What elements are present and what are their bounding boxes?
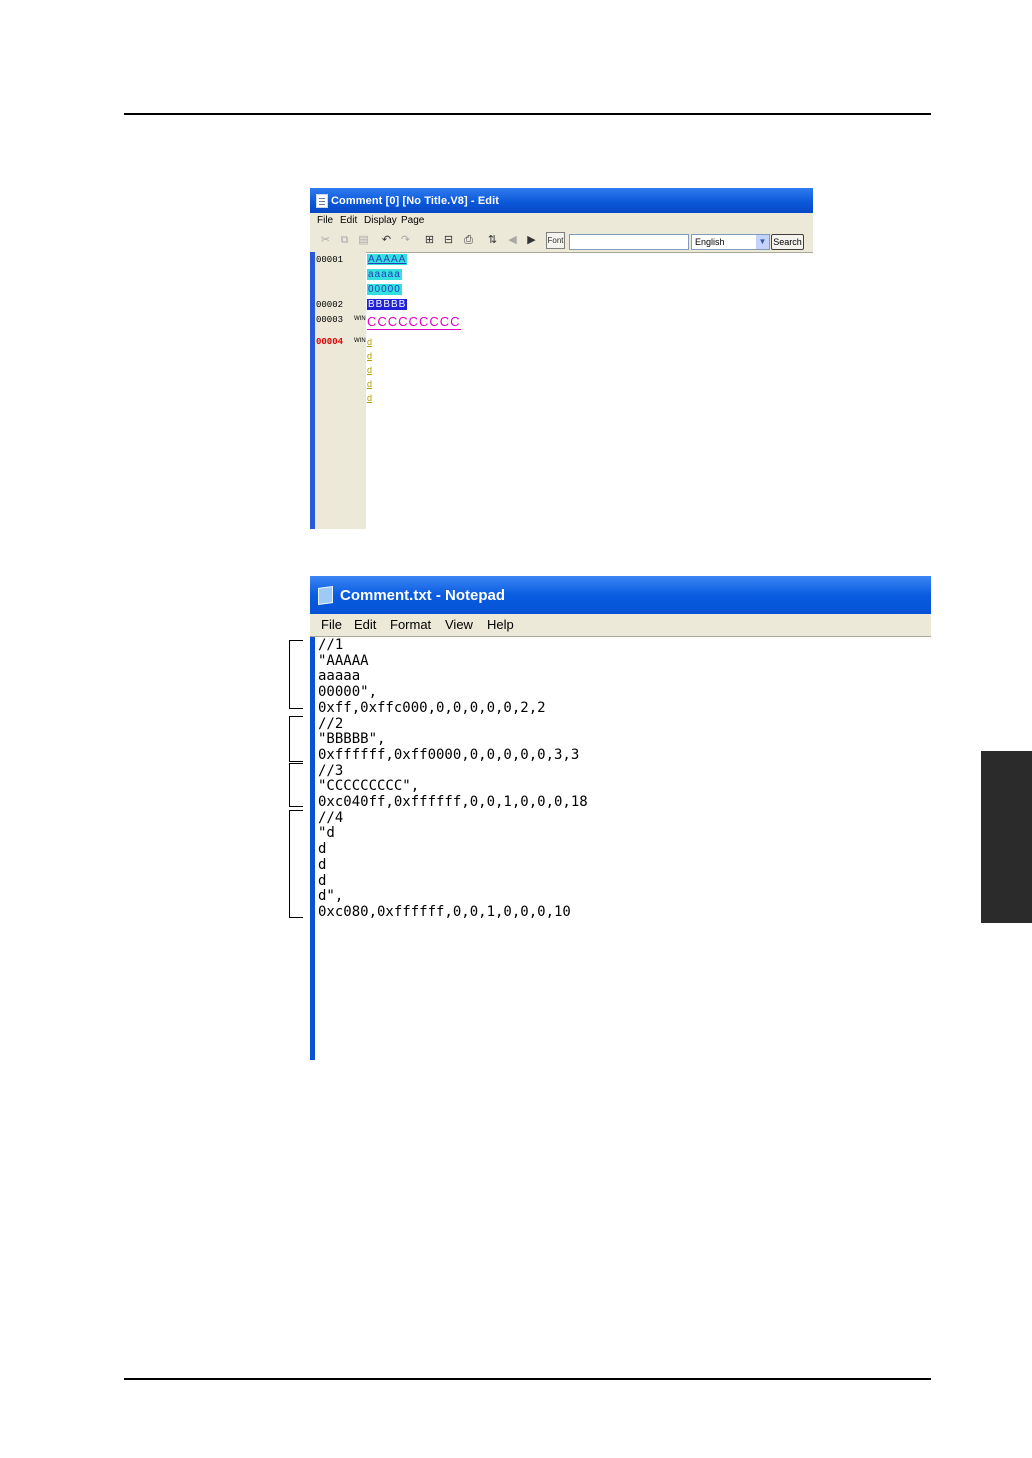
language-select[interactable]: English ▼ (691, 234, 770, 250)
font-button[interactable]: Font (546, 232, 565, 249)
record-bracket-1 (289, 640, 303, 709)
editor-toolbar: ✂ ⧉ ▤ ↶ ↷ ⊞ ⊟ ⎙ ⇅ ◀ ▶ Font English ▼ Sea… (310, 230, 813, 253)
print-icon[interactable]: ⎙ (460, 232, 477, 249)
comment-editor-window: Comment [0] [No Title.V8] - Edit File Ed… (310, 188, 813, 529)
notepad-title: Comment.txt - Notepad (340, 587, 505, 604)
text-line: 0xff,0xffc000,0,0,0,0,0,2,2 (318, 699, 546, 716)
editor-body[interactable]: 00001 00002 00003 00004 WIN WIN AAAAA aa… (310, 252, 813, 529)
comment-cell-1[interactable]: 00000 (367, 284, 402, 295)
menu-page[interactable]: Page (401, 215, 424, 226)
editor-title: Comment [0] [No Title.V8] - Edit (331, 195, 500, 207)
arrow-left-icon[interactable]: ◀ (504, 232, 521, 249)
menu-help[interactable]: Help (487, 617, 514, 632)
editor-title-bar[interactable]: Comment [0] [No Title.V8] - Edit (310, 188, 813, 213)
text-line: d (318, 856, 327, 873)
notepad-icon (318, 585, 333, 606)
notepad-menu-bar: File Edit Format View Help (310, 614, 931, 637)
jump-icon[interactable]: ⇅ (484, 232, 501, 249)
text-line: 0xc040ff,0xffffff,0,0,1,0,0,0,18 (318, 794, 588, 811)
search-button[interactable]: Search (771, 234, 804, 250)
text-line: d (318, 872, 327, 889)
language-value: English (695, 237, 725, 247)
text-line: aaaaa (318, 668, 361, 685)
text-line: "CCCCCCCCC", (318, 778, 420, 795)
editor-menu-bar: File Edit Display Page (310, 213, 813, 230)
notepad-window: Comment.txt - Notepad File Edit Format V… (310, 576, 931, 1060)
notepad-text-area[interactable]: //1 "AAAAA aaaaa 00000", 0xff,0xffc000,0,0,0… (318, 637, 588, 921)
text-line: d", (318, 888, 344, 905)
comment-cell-1[interactable]: AAAAA (367, 254, 408, 265)
redo-icon[interactable]: ↷ (397, 232, 414, 249)
window-left-edge (310, 252, 315, 529)
text-line: 0xffffff,0xff0000,0,0,0,0,0,3,3 (318, 746, 580, 763)
line-number: 00003 (316, 315, 344, 325)
record-bracket-3 (289, 763, 303, 807)
win-mark: WIN (354, 316, 366, 322)
paste-icon[interactable]: ▤ (355, 232, 372, 249)
insert-line-icon[interactable]: ⊞ (421, 232, 438, 249)
line-number: 00002 (316, 300, 344, 310)
arrow-right-icon[interactable]: ▶ (523, 232, 540, 249)
menu-display[interactable]: Display (364, 215, 397, 226)
search-input[interactable] (569, 234, 689, 250)
text-line: //2 (318, 715, 344, 732)
menu-view[interactable]: View (445, 617, 473, 632)
menu-format[interactable]: Format (390, 617, 431, 632)
editor-document-icon (316, 194, 328, 208)
text-line: 00000", (318, 684, 378, 701)
line-number: 00001 (316, 255, 344, 265)
footer-rule (124, 1378, 931, 1380)
menu-file[interactable]: File (321, 617, 342, 632)
comment-cell-3[interactable]: CCCCCCCCC (367, 314, 461, 330)
text-line: "d (318, 825, 335, 842)
menu-file[interactable]: File (317, 215, 333, 226)
text-line: "AAAAA (318, 652, 369, 669)
text-line: 0xc080,0xffffff,0,0,1,0,0,0,10 (318, 903, 571, 920)
line-number-gutter (310, 252, 366, 529)
cut-icon[interactable]: ✂ (317, 232, 334, 249)
chapter-tab (981, 751, 1032, 923)
comment-cell-4[interactable]: d (367, 379, 372, 389)
comment-cell-2[interactable]: BBBBB (365, 298, 409, 311)
notepad-title-bar[interactable]: Comment.txt - Notepad (310, 576, 931, 614)
comment-cell-4[interactable]: d (367, 337, 372, 347)
text-line: //3 (318, 762, 344, 779)
comment-cell-4[interactable]: d (367, 351, 372, 361)
window-left-edge (310, 576, 315, 1060)
header-rule (124, 113, 931, 115)
record-bracket-2 (289, 716, 303, 762)
record-bracket-4 (289, 810, 303, 918)
win-mark: WIN (354, 338, 366, 344)
chevron-down-icon[interactable]: ▼ (756, 235, 769, 249)
text-line: //1 (318, 637, 344, 653)
line-number-current: 00004 (316, 337, 344, 347)
menu-edit[interactable]: Edit (354, 617, 376, 632)
text-line: //4 (318, 809, 344, 826)
undo-icon[interactable]: ↶ (378, 232, 395, 249)
comment-cell-1[interactable]: aaaaa (367, 269, 402, 280)
menu-edit[interactable]: Edit (340, 215, 357, 226)
text-line: "BBBBB", (318, 731, 386, 748)
text-line: d (318, 841, 327, 858)
delete-line-icon[interactable]: ⊟ (440, 232, 457, 249)
copy-icon[interactable]: ⧉ (336, 232, 353, 249)
comment-cell-4[interactable]: d (367, 393, 372, 403)
comment-cell-4[interactable]: d (367, 365, 372, 375)
